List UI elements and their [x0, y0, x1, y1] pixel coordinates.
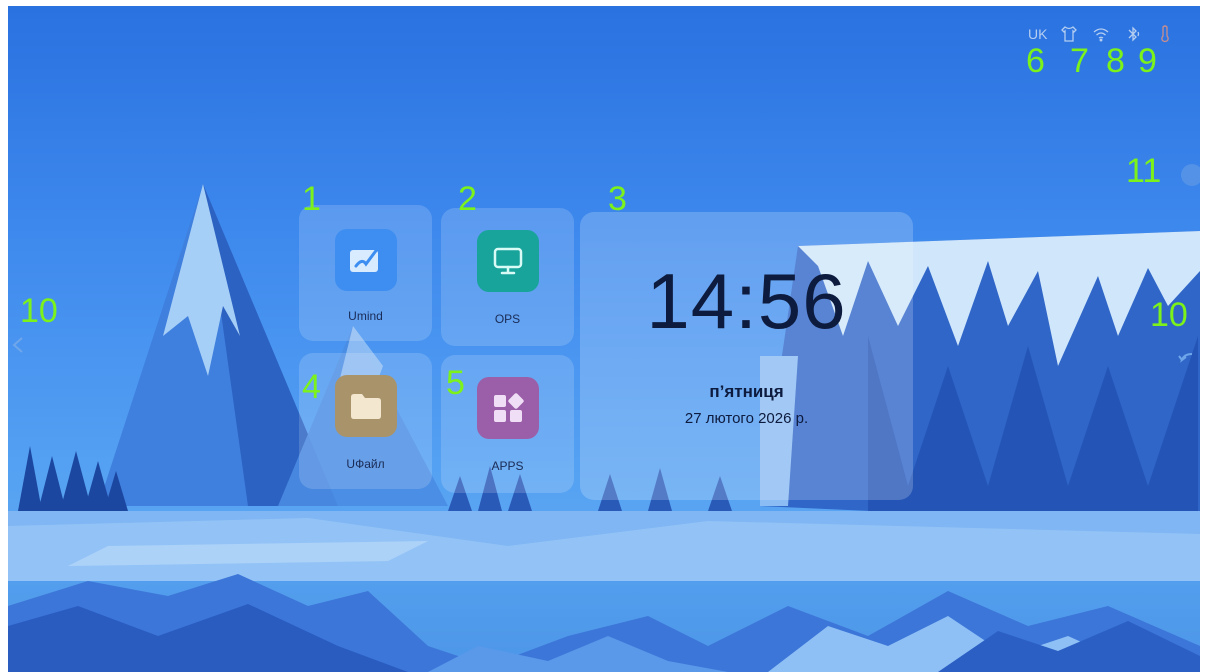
clock-time: 14:56 — [646, 257, 847, 345]
tile-apps-label: APPS — [491, 459, 524, 473]
tile-umind[interactable]: Umind — [299, 205, 432, 341]
bluetooth-icon[interactable] — [1123, 24, 1143, 44]
tile-ufile-label: UФайл — [346, 457, 385, 471]
thermometer-icon[interactable] — [1155, 24, 1175, 44]
clock-weekday: п’ятниця — [709, 382, 784, 401]
tile-umind-label: Umind — [348, 309, 383, 323]
left-edge-back-handle[interactable] — [8, 332, 34, 358]
annotation-8: 8 — [1106, 42, 1125, 80]
folder-icon — [334, 375, 397, 437]
annotation-3: 3 — [608, 180, 627, 218]
clock-widget[interactable]: 14:56 п’ятниця 27 лютого 2026 р. — [580, 212, 913, 500]
annotation-10-right: 10 — [1150, 296, 1188, 334]
right-edge-back-handle[interactable] — [1174, 346, 1200, 372]
annotation-9: 9 — [1138, 42, 1157, 80]
apps-grid-icon — [476, 377, 539, 439]
annotation-10-left: 10 — [20, 292, 58, 330]
annotation-7: 7 — [1070, 42, 1089, 80]
language-indicator[interactable]: UK — [1028, 26, 1047, 42]
monitor-icon — [476, 230, 539, 292]
tile-ops-label: OPS — [494, 312, 521, 326]
whiteboard-pen-icon — [334, 229, 397, 291]
tile-ops[interactable]: OPS — [441, 208, 574, 346]
annotation-1: 1 — [302, 180, 321, 218]
annotation-6: 6 — [1026, 42, 1045, 80]
clock-date: 27 лютого 2026 р. — [684, 410, 809, 427]
annotation-2: 2 — [458, 180, 477, 218]
annotation-4: 4 — [302, 368, 321, 406]
home-screen: UK Umind OPS UФайл APPS 14:56 п’ятниця 2… — [8, 6, 1200, 672]
wifi-icon[interactable] — [1091, 24, 1111, 44]
annotation-11: 11 — [1126, 152, 1162, 190]
annotation-5: 5 — [446, 364, 465, 402]
tshirt-icon[interactable] — [1059, 24, 1079, 44]
right-edge-floating-button[interactable] — [1174, 162, 1200, 188]
